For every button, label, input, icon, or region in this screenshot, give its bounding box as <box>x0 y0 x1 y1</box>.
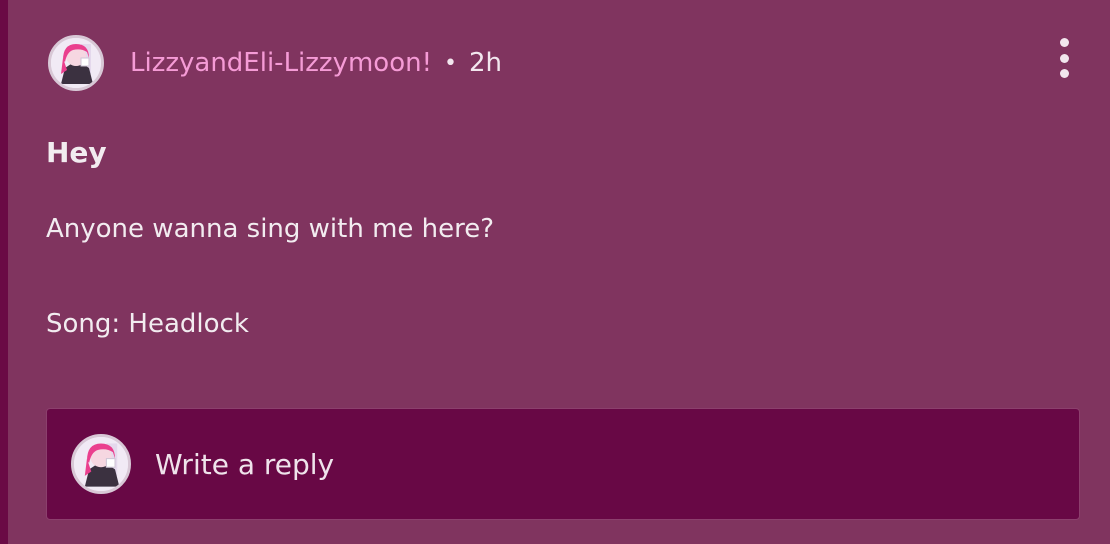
more-vertical-icon-dot <box>1059 53 1069 63</box>
post-body-line: Anyone wanna sing with me here? <box>46 214 495 244</box>
post-timestamp: 2h <box>468 48 503 78</box>
more-options-button[interactable] <box>1052 38 1076 78</box>
meta-separator: • <box>444 50 457 76</box>
reply-placeholder[interactable]: Write a reply <box>155 448 334 481</box>
more-vertical-icon-dot <box>1059 69 1069 78</box>
post-header: LizzyandEli-Lizzymoon! • 2h <box>48 34 502 92</box>
reply-input[interactable]: Write a reply <box>46 408 1080 520</box>
post-title: Hey <box>46 136 107 169</box>
user-avatar <box>71 434 131 494</box>
post-body-line: Song: Headlock <box>46 309 249 340</box>
post-card: LizzyandEli-Lizzymoon! • 2h Hey Anyone w… <box>8 0 1110 544</box>
post-body: Anyone wanna sing with me here? Song: He… <box>46 214 494 340</box>
author-avatar[interactable] <box>48 35 104 91</box>
left-accent-bar <box>0 0 8 544</box>
author-username[interactable]: LizzyandEli-Lizzymoon! <box>130 48 432 78</box>
more-vertical-icon <box>1059 38 1069 47</box>
page: LizzyandEli-Lizzymoon! • 2h Hey Anyone w… <box>0 0 1110 544</box>
